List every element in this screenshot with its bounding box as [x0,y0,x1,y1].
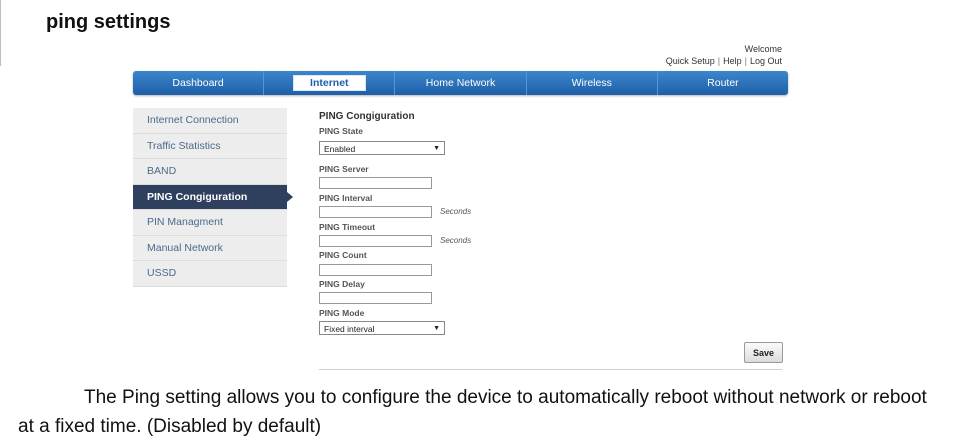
ping-state-value: Enabled [324,144,356,154]
tab-home-network[interactable]: Home Network [395,71,527,95]
form-divider [319,369,782,370]
sidebar-item-manual-network[interactable]: Manual Network [133,235,287,261]
tab-internet[interactable]: Internet [264,71,396,95]
sidebar-item-ussd[interactable]: USSD [133,261,287,287]
quick-setup-link[interactable]: Quick Setup [666,56,715,66]
chevron-down-icon: ▼ [433,145,440,152]
ping-form: PING Congiguration PING State [319,111,782,137]
help-link[interactable]: Help [723,56,742,66]
ping-timeout-field [319,235,432,247]
save-button[interactable]: Save [744,342,783,363]
ping-mode-label: PING Mode [319,308,365,318]
ping-mode-select[interactable]: Fixed interval ▼ [319,321,445,335]
ping-state-label: PING State [319,126,363,136]
tab-dashboard[interactable]: Dashboard [133,71,265,95]
ping-state-select[interactable]: Enabled ▼ [319,141,445,155]
main-nav: Dashboard Internet Home Network Wireless… [133,71,788,95]
timeout-unit: Seconds [440,236,472,245]
ping-server-label: PING Server [319,164,369,174]
ping-count-label: PING Count [319,250,367,260]
description-text: The Ping setting allows you to configure… [18,387,927,437]
log-out-link[interactable]: Log Out [750,56,782,66]
sidebar: Internet Connection Traffic Statistics B… [133,108,293,287]
sidebar-item-band[interactable]: BAND [133,159,287,185]
tab-wireless[interactable]: Wireless [527,71,658,95]
chevron-down-icon: ▼ [433,325,440,332]
page-heading: ping settings [46,11,171,33]
sidebar-item-internet-connection[interactable]: Internet Connection [133,108,287,134]
tab-router[interactable]: Router [658,71,788,95]
ping-mode-field: Fixed interval ▼ [319,321,445,335]
ping-server-input[interactable] [319,177,432,189]
ping-interval-input[interactable] [319,206,432,218]
header-links: Quick Setup | Help | Log Out [665,56,782,66]
ping-server-field [319,177,432,189]
ping-delay-label: PING Delay [319,279,365,289]
ping-interval-label: PING Interval [319,193,373,203]
form-title: PING Congiguration [319,111,415,122]
ping-interval-field [319,206,432,218]
description-paragraph: The Ping setting allows you to configure… [18,383,938,441]
interval-unit: Seconds [440,207,472,216]
ping-timeout-label: PING Timeout [319,222,376,232]
ping-delay-input[interactable] [319,292,432,304]
ping-count-field [319,264,432,276]
ping-timeout-input[interactable] [319,235,432,247]
ping-count-input[interactable] [319,264,432,276]
sidebar-item-traffic-statistics[interactable]: Traffic Statistics [133,133,287,159]
welcome-text: Welcome [744,44,782,54]
sidebar-item-pin-management[interactable]: PIN Managment [133,210,287,236]
ping-mode-value: Fixed interval [324,324,375,334]
sidebar-item-ping-configuration[interactable]: PING Congiguration [133,184,293,210]
left-rule [0,0,1,66]
ping-delay-field [319,292,432,304]
ping-state-field: Enabled ▼ [319,141,445,155]
